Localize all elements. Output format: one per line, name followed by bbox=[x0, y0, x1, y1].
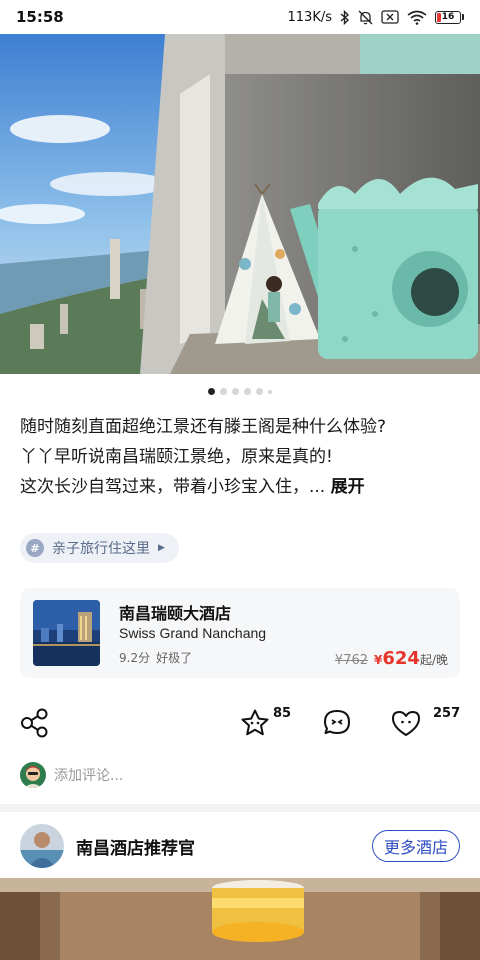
price-amount: 624 bbox=[382, 648, 420, 669]
status-icons: 113K/s 16 bbox=[287, 9, 464, 25]
more-hotels-button[interactable]: 更多酒店 bbox=[371, 830, 460, 862]
post-line: 随时随刻直面超绝江景还有滕王阁是种什么体验? bbox=[20, 417, 387, 437]
hotel-name: 南昌瑞颐大酒店 bbox=[119, 604, 232, 623]
like-count: 257 bbox=[433, 706, 461, 721]
post-line-last: 这次长沙自驾过来，带着小珍宝入住，... 展开 bbox=[20, 472, 460, 502]
hotel-price: ¥762 ¥624 起/晚 bbox=[335, 648, 448, 669]
bluetooth-icon bbox=[340, 9, 350, 25]
original-price: ¥762 bbox=[334, 653, 369, 668]
hero-photo[interactable] bbox=[0, 34, 480, 374]
hotel-room-photo bbox=[0, 34, 480, 374]
comment-icon[interactable] bbox=[322, 708, 352, 738]
heart-icon[interactable] bbox=[390, 708, 422, 738]
status-time: 15:58 bbox=[16, 8, 64, 26]
hotel-card[interactable]: 南昌瑞颐大酒店 Swiss Grand Nanchang 9.2分 好极了 ¥7… bbox=[20, 588, 460, 678]
favorite-count: 85 bbox=[273, 706, 292, 721]
hotel-english-name: Swiss Grand Nanchang bbox=[119, 625, 267, 641]
section-divider bbox=[0, 804, 480, 812]
triangle-right-icon: ▶ bbox=[158, 543, 165, 553]
rating-text: 好极了 bbox=[156, 651, 193, 665]
comment-input-row[interactable]: 添加评论... bbox=[20, 762, 123, 788]
recommender-name[interactable]: 南昌酒店推荐官 bbox=[76, 834, 195, 859]
post-line-text: 这次长沙自驾过来，带着小珍宝入住，... bbox=[20, 477, 326, 497]
battery-icon: 16 bbox=[435, 10, 464, 24]
recommender-header: 南昌酒店推荐官 更多酒店 bbox=[0, 812, 480, 878]
no-sim-icon bbox=[381, 10, 399, 24]
carousel-dot bbox=[220, 388, 227, 395]
topic-label: 亲子旅行住这里 bbox=[52, 541, 150, 557]
price-suffix: 起/晚 bbox=[419, 653, 448, 667]
carousel-dot bbox=[208, 388, 215, 395]
carousel-indicator bbox=[0, 388, 480, 395]
star-icon[interactable] bbox=[240, 708, 270, 738]
carousel-dot bbox=[268, 389, 272, 394]
wifi-icon bbox=[407, 10, 427, 25]
comment-input[interactable]: 添加评论... bbox=[54, 765, 123, 785]
expand-button[interactable]: 展开 bbox=[331, 477, 365, 497]
carousel-dot bbox=[256, 388, 263, 395]
battery-level: 16 bbox=[441, 12, 455, 22]
hotel-rating: 9.2分 好极了 bbox=[119, 649, 192, 666]
hotel-thumbnail bbox=[33, 600, 100, 666]
share-icon[interactable] bbox=[20, 708, 50, 738]
current-price: ¥624 bbox=[374, 648, 420, 669]
post-body: 随时随刻直面超绝江景还有滕王阁是种什么体验? 丫丫早听说南昌瑞颐江景绝，原来是真… bbox=[20, 412, 460, 502]
carousel-dot bbox=[232, 388, 239, 395]
mute-icon bbox=[358, 10, 373, 24]
rating-score: 9.2分 bbox=[119, 651, 151, 665]
status-bar: 15:58 113K/s 16 bbox=[0, 0, 480, 34]
network-speed: 113K/s bbox=[287, 9, 333, 25]
hashtag-icon: # bbox=[26, 539, 44, 557]
action-bar: 85 257 bbox=[0, 700, 480, 746]
topic-tag[interactable]: # 亲子旅行住这里 ▶ bbox=[20, 533, 179, 563]
user-avatar bbox=[20, 762, 46, 788]
carousel-dot bbox=[244, 388, 251, 395]
recommender-avatar[interactable] bbox=[20, 824, 64, 868]
next-post-photo[interactable] bbox=[0, 878, 480, 960]
post-line: 丫丫早听说南昌瑞颐江景绝，原来是真的! bbox=[20, 447, 333, 467]
